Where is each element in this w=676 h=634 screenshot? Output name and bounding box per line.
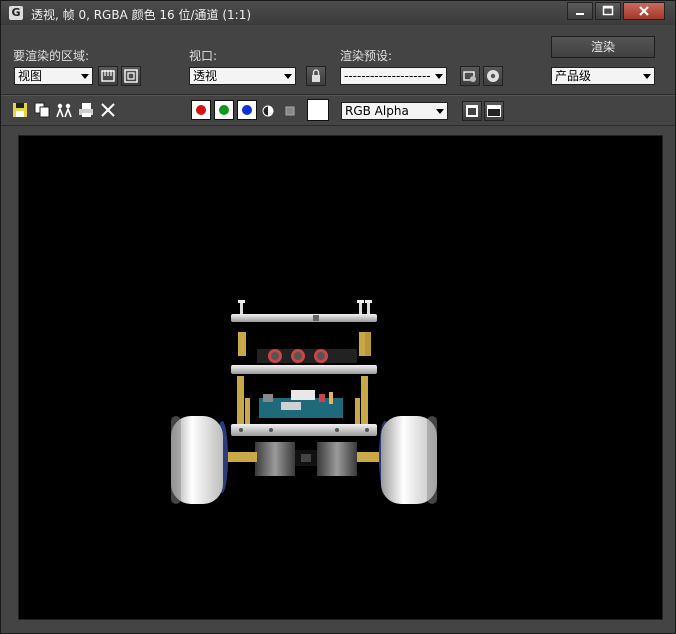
clone-window-icon <box>56 103 72 118</box>
print-button[interactable] <box>77 101 95 119</box>
rendered-robot-image <box>171 300 437 504</box>
monochrome-icon <box>262 105 274 117</box>
lock-viewport-button[interactable] <box>306 66 326 86</box>
render-setup-button[interactable] <box>460 66 480 86</box>
environment-icon <box>487 70 499 82</box>
viewport-select-value: 透视 <box>193 69 218 83</box>
chevron-down-icon <box>436 109 444 114</box>
toggle-ui-button[interactable] <box>484 101 504 121</box>
viewport-select[interactable]: 透视 <box>189 67 296 85</box>
3ds-max-icon: G <box>9 6 23 20</box>
print-icon <box>79 103 93 117</box>
save-image-icon <box>13 103 27 117</box>
close-icon <box>639 6 649 16</box>
auto-region-button[interactable] <box>121 66 141 86</box>
title-bar[interactable]: G 透视, 帧 0, RGBA 颜色 16 位/通道 (1:1) <box>1 1 675 25</box>
minimize-button[interactable] <box>567 2 593 20</box>
window-title: 透视, 帧 0, RGBA 颜色 16 位/通道 (1:1) <box>31 8 252 22</box>
swatch-icon <box>285 106 295 116</box>
color-swatch[interactable] <box>307 99 329 121</box>
render-setup-icon <box>463 71 476 82</box>
blue-dot-icon <box>242 105 252 115</box>
area-select[interactable]: 视图 <box>14 67 93 85</box>
preset-select-value: -------------------- <box>344 69 431 83</box>
preset-label: 渲染预设: <box>340 49 393 63</box>
area-label: 要渲染的区域: <box>13 49 90 63</box>
green-dot-icon <box>219 105 229 115</box>
blue-channel-toggle[interactable] <box>237 100 257 120</box>
monochrome-toggle[interactable] <box>259 102 277 120</box>
quality-select[interactable]: 产品级 <box>551 67 655 85</box>
quality-select-value: 产品级 <box>555 69 592 83</box>
clear-button[interactable] <box>99 101 117 119</box>
minimize-icon <box>576 13 584 15</box>
green-channel-toggle[interactable] <box>214 100 234 120</box>
toggle-ui-overlay-button[interactable] <box>462 101 482 121</box>
render-frame-window: G 透视, 帧 0, RGBA 颜色 16 位/通道 (1:1) 要渲染的区域:… <box>0 0 676 634</box>
save-image-button[interactable] <box>11 101 29 119</box>
clear-channel-button[interactable] <box>281 102 299 120</box>
chevron-down-icon <box>435 74 443 79</box>
area-select-value: 视图 <box>18 69 43 83</box>
clone-window-button[interactable] <box>55 101 73 119</box>
edit-region-icon <box>101 70 115 82</box>
copy-image-button[interactable] <box>33 101 51 119</box>
maximize-button[interactable] <box>595 2 621 20</box>
close-button[interactable] <box>623 2 665 20</box>
toggle-ui-icon <box>487 105 501 117</box>
maximize-icon <box>602 5 614 16</box>
divider <box>1 95 675 96</box>
auto-region-icon <box>124 69 138 83</box>
preset-select[interactable]: -------------------- <box>340 67 447 85</box>
environment-button[interactable] <box>483 66 503 86</box>
edit-region-button[interactable] <box>98 66 118 86</box>
chevron-down-icon <box>643 74 651 79</box>
channel-display-select[interactable]: RGB Alpha <box>341 102 448 120</box>
toggle-ui-overlay-icon <box>466 105 478 117</box>
red-channel-toggle[interactable] <box>191 100 211 120</box>
copy-image-icon <box>34 102 50 118</box>
chevron-down-icon <box>81 74 89 79</box>
clear-icon <box>101 103 115 117</box>
divider <box>1 125 675 126</box>
chevron-down-icon <box>284 74 292 79</box>
channel-display-value: RGB Alpha <box>345 104 409 118</box>
render-viewport[interactable] <box>18 135 663 620</box>
render-button[interactable]: 渲染 <box>551 36 655 58</box>
viewport-label: 视口: <box>189 49 218 63</box>
lock-icon <box>312 69 320 82</box>
red-dot-icon <box>196 105 206 115</box>
